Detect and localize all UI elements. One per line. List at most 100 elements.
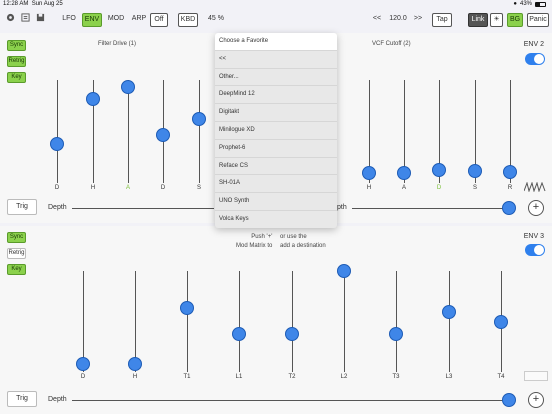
- env3-toggle[interactable]: [525, 244, 545, 256]
- save-icon[interactable]: [35, 13, 45, 27]
- tab-mod[interactable]: MOD: [106, 13, 126, 27]
- tempo-down-button[interactable]: <<: [371, 13, 383, 27]
- env3-key-button[interactable]: Key: [7, 264, 26, 275]
- slider-track[interactable]: [57, 80, 58, 183]
- env3-depth-track[interactable]: [72, 400, 508, 401]
- tab-env[interactable]: ENV: [82, 13, 102, 27]
- env3-sync-button[interactable]: Sync: [7, 232, 26, 243]
- env3-retrig-button[interactable]: Retrig: [7, 248, 26, 259]
- menu-header: Choose a Favorite: [215, 33, 337, 51]
- slider-label: H: [132, 374, 138, 380]
- env3-depth-knob[interactable]: [502, 393, 516, 407]
- status-bar: 12:28 AM Sun Aug 25 ● 43%: [0, 0, 552, 10]
- status-time: 12:28 AM Sun Aug 25: [3, 1, 63, 7]
- menu-item[interactable]: <<: [215, 51, 337, 69]
- menu-item[interactable]: Reface CS: [215, 158, 337, 176]
- slider-knob-h[interactable]: [128, 356, 142, 371]
- slider-label: D: [80, 374, 86, 380]
- zoom-value: 45 %: [208, 15, 224, 22]
- slider-label: L3: [445, 374, 453, 380]
- slider-label: A: [125, 185, 130, 191]
- slider-knob-r[interactable]: [503, 164, 517, 179]
- slider-track[interactable]: [396, 271, 397, 372]
- env3-add-destination-button[interactable]: +: [528, 392, 544, 408]
- slider-knob-d[interactable]: [76, 356, 90, 371]
- slider-knob-a[interactable]: [121, 80, 135, 95]
- slider-knob-d[interactable]: [432, 162, 446, 177]
- status-right: ● 43%: [513, 1, 546, 7]
- slider-label: T2: [288, 374, 296, 380]
- slider-label: A: [401, 185, 406, 191]
- env2-retrig-button[interactable]: Retrig: [7, 56, 26, 67]
- env2-trig-button[interactable]: Trig: [7, 199, 37, 215]
- slider-knob-a[interactable]: [397, 165, 411, 180]
- menu-item[interactable]: Volca Keys: [215, 211, 337, 228]
- tab-arp[interactable]: ARP: [130, 13, 148, 27]
- list-icon[interactable]: [20, 13, 30, 27]
- slider-track[interactable]: [344, 271, 345, 372]
- slider-knob-d[interactable]: [156, 127, 170, 142]
- slider-track[interactable]: [128, 80, 129, 183]
- menu-item[interactable]: Digitakt: [215, 104, 337, 122]
- env3-panel: Sync Retrig Key Push '+' Mod Matrix to o…: [0, 226, 552, 414]
- slider-track[interactable]: [239, 271, 240, 372]
- tap-button[interactable]: Tap: [432, 13, 452, 27]
- slider-knob-l1[interactable]: [232, 326, 246, 341]
- menu-item[interactable]: Prophet-6: [215, 140, 337, 158]
- slider-knob-s[interactable]: [468, 163, 482, 178]
- brightness-icon[interactable]: ☀: [490, 13, 503, 27]
- env2-left-title: Filter Drive (1): [98, 41, 137, 47]
- env2-right-title: VCF Cutoff (2): [372, 41, 411, 47]
- slider-track[interactable]: [187, 271, 188, 372]
- env2-depth-label: Depth: [48, 204, 67, 211]
- hint-left-text: Push '+' Mod Matrix to: [236, 234, 273, 249]
- slider-track[interactable]: [199, 80, 200, 183]
- tempo-value: 120.0: [389, 15, 407, 22]
- slider-knob-l3[interactable]: [442, 305, 456, 320]
- slider-track[interactable]: [292, 271, 293, 372]
- battery-text: 43%: [519, 1, 532, 7]
- slider-label: D: [436, 185, 442, 191]
- date-text: Sun Aug 25: [31, 1, 63, 7]
- menu-item[interactable]: SH-01A: [215, 175, 337, 194]
- kbd-button[interactable]: KBD: [178, 13, 198, 27]
- env2-toggle[interactable]: [525, 53, 545, 65]
- slider-label: S: [196, 185, 201, 191]
- env2-depth-knob[interactable]: [502, 201, 516, 215]
- env3-trig-button[interactable]: Trig: [7, 391, 37, 407]
- slider-knob-h[interactable]: [86, 91, 100, 106]
- menu-item[interactable]: Other...: [215, 69, 337, 87]
- menu-item[interactable]: UNO Synth: [215, 193, 337, 211]
- panic-button[interactable]: Panic: [527, 13, 549, 27]
- env2-sync-button[interactable]: Sync: [7, 40, 26, 51]
- env2-depth-label-right: pth: [337, 204, 347, 211]
- slider-knob-t4[interactable]: [494, 314, 508, 329]
- time-text: 12:28 AM: [3, 1, 29, 7]
- env3-preview-box: [524, 371, 548, 381]
- tab-lfo[interactable]: LFO: [60, 13, 78, 27]
- slider-knob-t2[interactable]: [285, 326, 299, 341]
- slider-label: L1: [235, 374, 243, 380]
- settings-icon[interactable]: [5, 13, 15, 27]
- menu-item[interactable]: Minilogue XD: [215, 122, 337, 140]
- env2-key-button[interactable]: Key: [7, 72, 26, 83]
- menu-item[interactable]: DeepMind 12: [215, 86, 337, 105]
- env2-add-destination-button[interactable]: +: [528, 200, 544, 216]
- env2-depth-track[interactable]: [352, 208, 508, 209]
- slider-knob-s[interactable]: [192, 112, 206, 127]
- tempo-up-button[interactable]: >>: [412, 13, 424, 27]
- arp-off-button[interactable]: Off: [150, 13, 168, 27]
- slider-knob-d[interactable]: [50, 136, 64, 151]
- waveform-icon: [523, 179, 546, 197]
- slider-knob-h[interactable]: [362, 165, 376, 180]
- slider-knob-t1[interactable]: [180, 301, 194, 316]
- slider-knob-l2[interactable]: [337, 264, 351, 278]
- env2-depth-track-left[interactable]: [72, 208, 214, 209]
- slider-track[interactable]: [449, 271, 450, 372]
- env3-label: ENV 3: [523, 233, 544, 240]
- slider-label: H: [366, 185, 372, 191]
- link-button[interactable]: Link: [468, 13, 488, 27]
- slider-label: H: [90, 185, 96, 191]
- bg-button[interactable]: BG: [507, 13, 523, 27]
- slider-knob-t3[interactable]: [389, 326, 403, 341]
